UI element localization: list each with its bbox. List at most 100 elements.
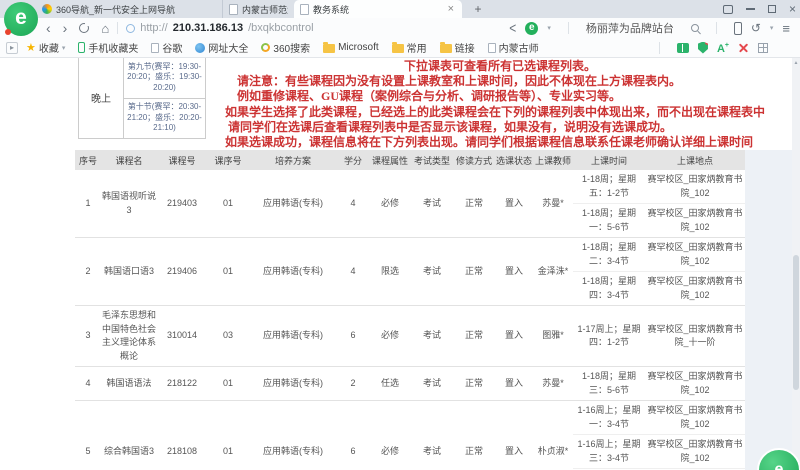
cell-teacher: 图雅* [533,306,573,367]
cell-exam_type: 考试 [411,306,453,367]
notice-line: 下拉课表可查看所有已选课程列表。 [205,59,795,74]
cell-no: 3 [75,306,101,367]
cell-name: 毛泽东思想和中国特色社会主义理论体系概论 [101,306,157,367]
scrollbar-thumb[interactable] [793,255,799,390]
tab-strip: + × 360导航_新一代安全上网导航 内蒙古师范大学教务系统× [0,0,800,18]
cell-credits: 2 [337,367,369,401]
cell-seq: 01 [207,367,249,401]
apps-grid-icon[interactable] [758,43,768,53]
cell-credits: 6 [337,401,369,470]
cell-exam_type: 考试 [411,401,453,470]
bookmark-label: 360搜索 [273,40,310,55]
schedule-entry: 1-16周上；星期三：3-4节赛罕校区_田家炳教育书院_102 [573,434,745,468]
browser-mode-icon[interactable]: e [525,22,538,35]
chevron-down-icon[interactable]: ▾ [770,24,774,32]
bookmark-label: 网址大全 [208,40,248,55]
column-header: 课程号 [157,150,207,170]
course-row: 4韩国语语法21812201应用韩语(专科)2任选考试正常置入苏曼*1-18周；… [75,367,745,401]
cell-seq: 01 [207,238,249,306]
class-place: 赛罕校区_田家炳教育书院_102 [645,367,745,400]
timetable-period-9: 第九节(赛罕：19:30-20:20；盛乐：19:30-20:20) [124,58,206,98]
cell-schedule: 1-18周；星期三：5-6节赛罕校区_田家炳教育书院_102 [573,367,745,401]
forward-icon[interactable]: › [63,22,68,34]
new-tab-button[interactable]: + [470,1,486,17]
folder-icon [323,44,335,53]
notice-block: 下拉课表可查看所有已选课程列表。请注意：有些课程因为没有设置上课教室和上课时间，… [205,59,795,150]
cell-study_mode: 正常 [453,401,495,470]
bookmark-item[interactable]: 手机收藏夹 [78,40,138,55]
course-row: 1韩国语视听说321940301应用韩语(专科)4必修考试正常置入苏曼*1-18… [75,170,745,238]
security-shield-icon[interactable] [698,42,708,54]
phone-sync-icon[interactable] [734,22,742,35]
bookmark-item[interactable]: 内蒙古师 [488,40,539,55]
favorites-sidebar-toggle-icon[interactable]: ▸ [6,42,18,54]
schedule-entry: 1-18周；星期二：3-4节赛罕校区_田家炳教育书院_102 [573,238,745,271]
cell-attribute: 任选 [369,367,411,401]
translate-extension-icon[interactable] [717,41,729,54]
page-icon [488,43,496,53]
site-icon [126,24,135,33]
browser-tab[interactable]: 360导航_新一代安全上网导航 [36,0,222,18]
bookmark-item[interactable]: 360搜索 [261,40,310,55]
cell-program: 应用韩语(专科) [249,238,337,306]
browser-tab[interactable]: 内蒙古师范大学 [222,0,294,18]
bookmark-item[interactable]: 链接 [440,40,475,55]
notice-line: 如果学生选择了此类课程，已经选上的此类课程会在下列的课程列表中体现出来，而不出现… [205,105,795,120]
home-icon[interactable]: ⌂ [101,21,109,36]
maximize-icon[interactable] [768,5,776,13]
cell-exam_type: 考试 [411,238,453,306]
schedule-entry: 1-18周；星期三：5-6节赛罕校区_田家炳教育书院_102 [573,367,745,400]
class-place: 赛罕校区_田家炳教育书院_102 [645,401,745,434]
close-window-icon[interactable]: × [789,4,796,14]
bookmark-item[interactable]: Microsoft [323,42,379,53]
search-hotword-input[interactable]: 杨丽萍为品牌站台 [586,20,682,36]
address-bar[interactable]: http://210.31.186.13/bxqkbcontrol [126,22,313,34]
bookmark-item[interactable]: 谷歌 [151,40,182,55]
browser-tab[interactable]: 教务系统× [294,0,462,18]
class-place: 赛罕校区_田家炳教育书院_102 [645,272,745,305]
column-header: 课序号 [207,150,249,170]
theme-skin-icon[interactable] [723,5,733,14]
chevron-down-icon: ▾ [62,44,66,52]
bookmark-item[interactable]: 常用 [392,40,427,55]
refresh-icon[interactable] [79,23,89,33]
schedule-entry: 1-17周上；星期四：1-2节赛罕校区_田家炳教育书院_十一阶 [573,320,745,353]
cell-name: 韩国语视听说3 [101,170,157,238]
cell-teacher: 朴贞淑* [533,401,573,470]
class-time: 1-18周；星期四：3-4节 [573,272,645,305]
bookmark-item[interactable]: 收藏▾ [26,40,65,55]
course-table-body: 1韩国语视听说321940301应用韩语(专科)4必修考试正常置入苏曼*1-18… [75,170,745,470]
divider [117,22,118,34]
share-icon[interactable]: < [509,20,516,37]
cell-schedule: 1-18周；星期五：1-2节赛罕校区_田家炳教育书院_1021-18周；星期一：… [573,170,745,238]
cell-attribute: 必修 [369,306,411,367]
notice-line: 请同学们在选课后查看课程列表中是否显示该课程，如果没有，说明没有选课成功。 [205,120,795,135]
course-row: 5综合韩国语321810801应用韩语(专科)6必修考试正常置入朴贞淑*1-16… [75,401,745,470]
cell-program: 应用韩语(专科) [249,401,337,470]
cell-program: 应用韩语(专科) [249,367,337,401]
cell-no: 2 [75,238,101,306]
class-time: 1-18周；星期三：5-6节 [573,367,645,400]
cell-code: 219403 [157,170,207,238]
cell-study_mode: 正常 [453,306,495,367]
tab-title: 内蒙古师范大学 [242,3,288,16]
chevron-down-icon[interactable]: ▾ [547,24,551,32]
screenshot-scissors-icon[interactable] [738,42,749,53]
column-header: 上课教师 [533,150,573,170]
cell-schedule: 1-18周；星期二：3-4节赛罕校区_田家炳教育书院_1021-18周；星期四：… [573,238,745,306]
tab-favicon-icon [42,4,52,14]
course-row: 3毛泽东思想和中国特色社会主义理论体系概论31001403应用韩语(专科)6必修… [75,306,745,367]
back-icon[interactable]: ‹ [46,22,51,34]
tab-close-icon[interactable]: × [446,3,456,15]
cell-study_mode: 正常 [453,170,495,238]
search-icon[interactable] [691,24,699,32]
column-header: 培养方案 [249,150,337,170]
page-icon [151,43,159,53]
bookmark-item[interactable]: 网址大全 [195,40,248,55]
menu-icon[interactable]: ≡ [782,21,790,36]
undo-closed-tab-icon[interactable]: ↺ [751,21,761,35]
browser-logo-icon[interactable]: e [4,2,38,36]
minimize-icon[interactable] [746,8,755,10]
navigation-toolbar: ‹ › ⌂ http://210.31.186.13/bxqkbcontrol … [0,18,800,38]
notebook-extension-icon[interactable] [677,43,689,53]
